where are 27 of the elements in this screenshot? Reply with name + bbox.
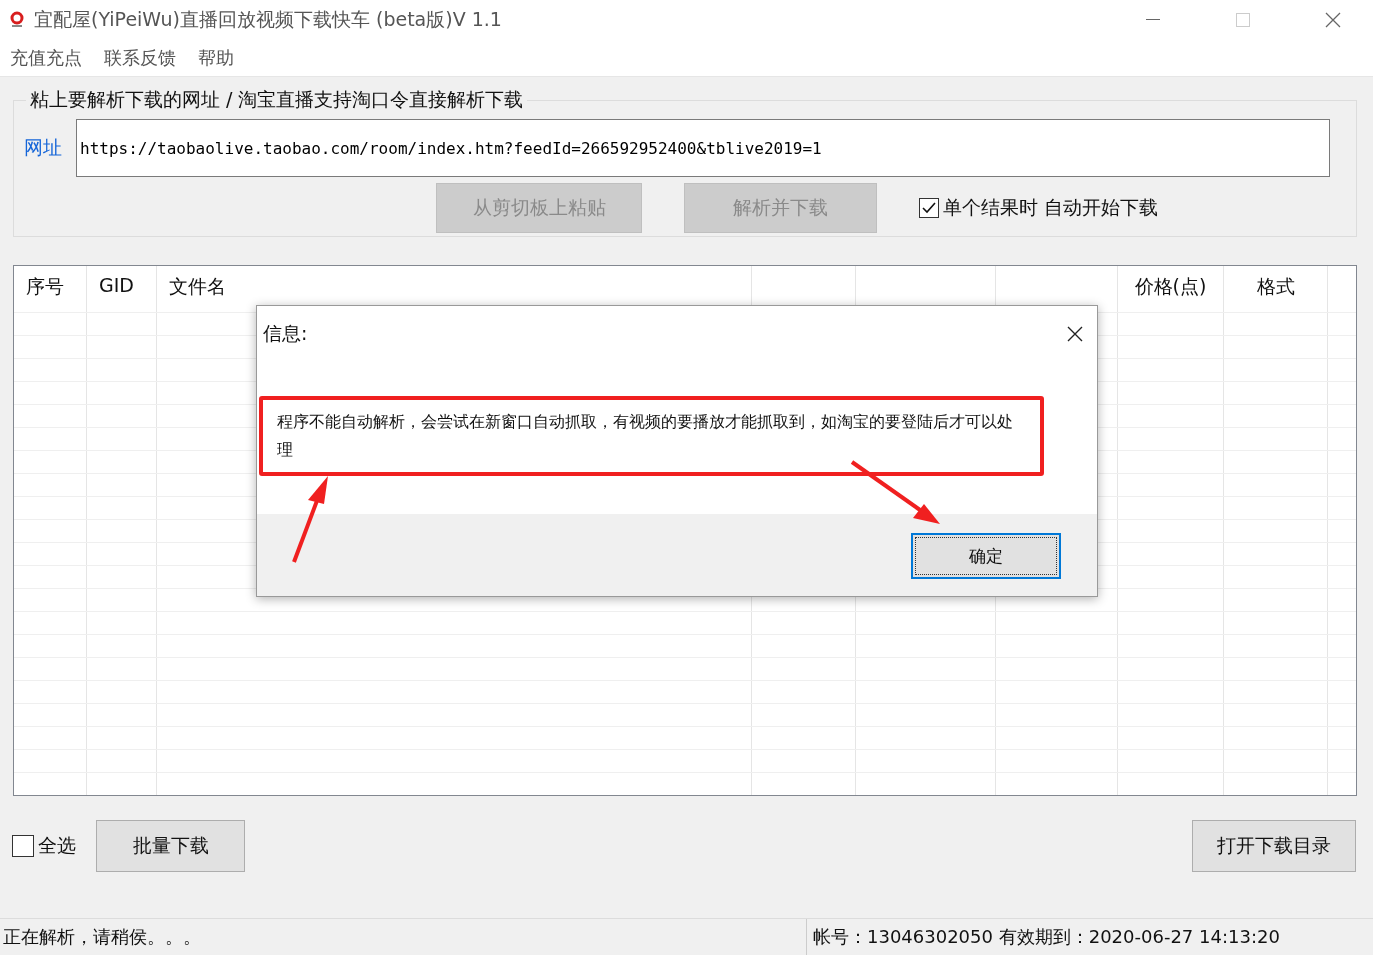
status-text: 正在解析，请稍侯。。。: [2, 925, 202, 949]
close-icon: [1325, 12, 1341, 28]
open-folder-button[interactable]: 打开下载目录: [1192, 820, 1356, 872]
menu-item[interactable]: 联系反馈: [104, 46, 176, 70]
checkbox-label: 全选: [38, 833, 76, 858]
dialog-title: 信息:: [263, 321, 308, 346]
menu-item[interactable]: 充值充点: [10, 46, 82, 70]
ok-button[interactable]: 确定: [911, 533, 1061, 579]
checkbox[interactable]: [919, 198, 939, 218]
close-icon[interactable]: [1067, 326, 1083, 342]
checkbox-label: 单个结果时 自动开始下载: [943, 195, 1159, 220]
app-logo-icon: [10, 11, 24, 29]
column-header[interactable]: 价格(点): [1118, 266, 1224, 312]
batch-download-button[interactable]: 批量下载: [96, 820, 245, 872]
checkbox[interactable]: [12, 835, 34, 857]
maximize-icon: [1236, 13, 1250, 27]
column-header[interactable]: 格式: [1224, 266, 1328, 312]
group-title: 粘上要解析下载的网址 / 淘宝直播支持淘口令直接解析下载: [29, 87, 525, 112]
column-header[interactable]: GID: [87, 266, 157, 312]
account-info: 帐号：13046302050 有效期到：2020-06-27 14:13:20: [806, 919, 1280, 955]
url-input-field[interactable]: https://taobaolive.taobao.com/room/index.htm?feedId=266592952400&tblive2019=1: [76, 119, 1330, 177]
column-header[interactable]: 序号: [14, 266, 87, 312]
menu-item[interactable]: 帮助: [198, 46, 234, 70]
url-label: 网址: [24, 135, 62, 160]
window-title: 宜配屋(YiPeiWu)直播回放视频下载快车 (beta版)V 1.1: [34, 7, 503, 32]
dialog-message: 程序不能自动解析，会尝试在新窗口自动抓取，有视频的要播放才能抓取到，如淘宝的要登陆后才可以处理: [259, 396, 1044, 476]
minimize-icon: [1146, 19, 1160, 21]
